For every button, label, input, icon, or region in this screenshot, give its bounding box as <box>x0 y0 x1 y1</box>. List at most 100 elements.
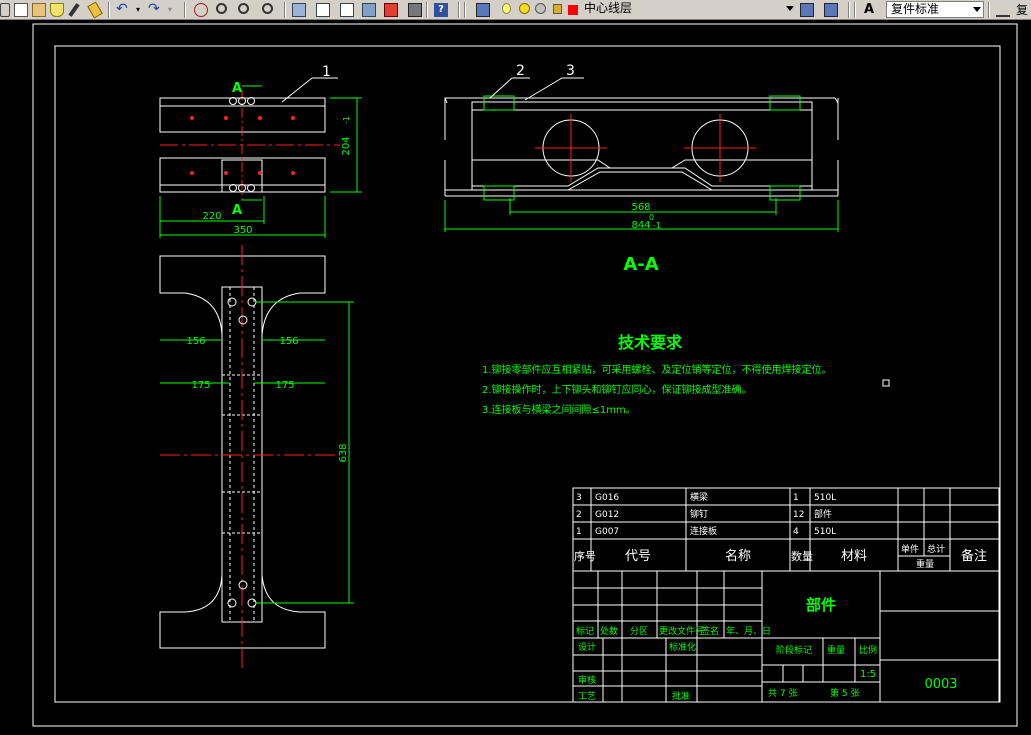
svg-text:G012: G012 <box>595 510 619 520</box>
svg-text:12: 12 <box>793 510 804 520</box>
truncated-toolbar-label: 复 <box>1016 3 1029 17</box>
toolbar-separator <box>458 2 460 18</box>
svg-text:铆钉: 铆钉 <box>690 508 708 520</box>
dim-350: 350 <box>233 225 252 236</box>
dim-175-right: 175 <box>275 380 294 391</box>
svg-text:标准化: 标准化 <box>669 641 696 653</box>
dim-top-height-tolerance: -1 <box>342 116 351 124</box>
help-icon[interactable]: ? <box>434 3 448 17</box>
toolbar: ↶ ▾ ↷ ▾ ? 中心线层 A 复件标准 复 <box>0 0 1031 20</box>
zoom-realtime-icon[interactable] <box>216 3 227 14</box>
svg-text:标记: 标记 <box>576 625 594 637</box>
svg-text:横梁: 横梁 <box>690 491 708 503</box>
dimension-style-dropdown[interactable]: 复件标准 <box>886 1 984 18</box>
dim-844-tolerance: -1 <box>653 221 661 230</box>
toolbar-separator <box>848 2 850 18</box>
dim-638: 638 <box>338 443 349 462</box>
redraw-icon[interactable] <box>0 3 10 17</box>
svg-text:部件: 部件 <box>814 508 832 520</box>
svg-text:4: 4 <box>793 527 799 537</box>
layer-viewport-icon[interactable] <box>535 3 546 14</box>
part-name: 部件 <box>806 596 836 614</box>
dimension-edit-icon[interactable] <box>996 3 1010 17</box>
toolbar-separator <box>988 2 990 18</box>
undo-icon[interactable]: ↶ <box>116 2 130 16</box>
copy-icon[interactable] <box>14 3 28 17</box>
svg-text:更改文件号: 更改文件号 <box>659 625 704 637</box>
svg-text:重量: 重量 <box>916 558 934 570</box>
svg-text:3: 3 <box>576 493 582 503</box>
section-title: A-A <box>623 254 658 275</box>
pencil-icon[interactable] <box>68 3 80 17</box>
layer-thaw-sun-icon[interactable] <box>519 3 530 14</box>
callout-1: 1 <box>322 64 331 80</box>
layer-on-bulb-icon[interactable] <box>502 3 511 14</box>
drawing-canvas[interactable]: 1 A A 204 -1 220 350 2 3 568 844 0 -1 A-… <box>0 20 1031 735</box>
dim-175-left: 175 <box>191 380 210 391</box>
svg-text:序号: 序号 <box>574 549 596 563</box>
match-properties-icon[interactable] <box>87 1 103 19</box>
sheet-set-icon[interactable] <box>362 3 376 17</box>
text-style-icon[interactable]: A <box>864 3 878 17</box>
svg-text:比例: 比例 <box>859 644 877 656</box>
svg-text:510L: 510L <box>814 527 836 537</box>
svg-text:名称: 名称 <box>725 548 751 564</box>
svg-text:工艺: 工艺 <box>578 691 596 702</box>
dim-top-height: 204 <box>341 136 352 155</box>
toolbar-separator <box>108 2 110 18</box>
svg-text:共 7 张: 共 7 张 <box>768 688 797 699</box>
dim-568: 568 <box>631 202 650 213</box>
svg-text:连接板: 连接板 <box>690 525 717 537</box>
bom-row-2: 2 G012 铆钉 12 部件 <box>576 508 832 520</box>
tech-note-2: 2.铆接操作时，上下铆头和铆钉应同心，保证铆接成型准确。 <box>482 383 752 396</box>
pan-icon[interactable] <box>194 3 208 17</box>
svg-text:G007: G007 <box>595 527 619 537</box>
svg-text:批准: 批准 <box>672 690 690 702</box>
svg-text:审核: 审核 <box>578 674 596 686</box>
svg-text:处数: 处数 <box>600 625 618 637</box>
dim-220: 220 <box>202 211 221 222</box>
svg-text:2: 2 <box>576 510 582 520</box>
callout-3: 3 <box>566 63 575 79</box>
scale-value: 1:5 <box>860 669 876 680</box>
layer-lock-icon[interactable] <box>553 4 562 14</box>
svg-text:材料: 材料 <box>841 549 867 564</box>
clipboard-icon[interactable] <box>32 3 46 17</box>
dim-844: 844 <box>631 220 650 231</box>
paint-bucket-icon[interactable] <box>50 3 64 17</box>
svg-text:签名: 签名 <box>701 625 719 637</box>
layer-previous-icon[interactable] <box>824 3 838 17</box>
toolbar-separator <box>854 2 856 18</box>
toolbar-separator <box>464 2 466 18</box>
chevron-down-icon <box>973 7 981 12</box>
svg-text:代号: 代号 <box>625 549 651 564</box>
properties-icon[interactable] <box>292 3 306 17</box>
svg-text:510L: 510L <box>814 493 836 503</box>
tech-note-3: 3.连接板与横梁之间间隙≤1mm。 <box>482 403 636 416</box>
svg-text:第 5 张: 第 5 张 <box>830 687 859 699</box>
layer-dropdown[interactable]: 中心线层 <box>580 1 796 18</box>
svg-text:总计: 总计 <box>927 543 945 555</box>
toolbar-separator <box>284 2 286 18</box>
redo-dropdown-icon[interactable]: ▾ <box>168 3 182 17</box>
dimension-style-name: 复件标准 <box>891 2 940 16</box>
zoom-window-icon[interactable] <box>238 3 249 14</box>
make-current-layer-icon[interactable] <box>800 3 814 17</box>
svg-text:单件: 单件 <box>901 543 919 555</box>
design-center-icon[interactable] <box>316 3 330 17</box>
svg-text:1: 1 <box>793 493 799 503</box>
zoom-previous-icon[interactable] <box>262 3 273 14</box>
svg-text:备注: 备注 <box>961 548 987 564</box>
layer-color-swatch-icon[interactable] <box>568 5 578 15</box>
svg-text:重量: 重量 <box>827 644 845 656</box>
calculator-icon[interactable] <box>408 3 422 17</box>
layer-manager-icon[interactable] <box>476 3 490 17</box>
drawing-number: 0003 <box>924 677 957 692</box>
svg-text:设计: 设计 <box>578 641 596 653</box>
bom-row-1: 1 G007 连接板 4 510L <box>576 525 836 537</box>
dim-156-right: 156 <box>279 336 298 347</box>
svg-text:分区: 分区 <box>630 626 648 637</box>
tool-palettes-icon[interactable] <box>340 3 354 17</box>
markup-icon[interactable] <box>384 3 398 17</box>
redo-icon[interactable]: ↷ <box>148 2 162 16</box>
